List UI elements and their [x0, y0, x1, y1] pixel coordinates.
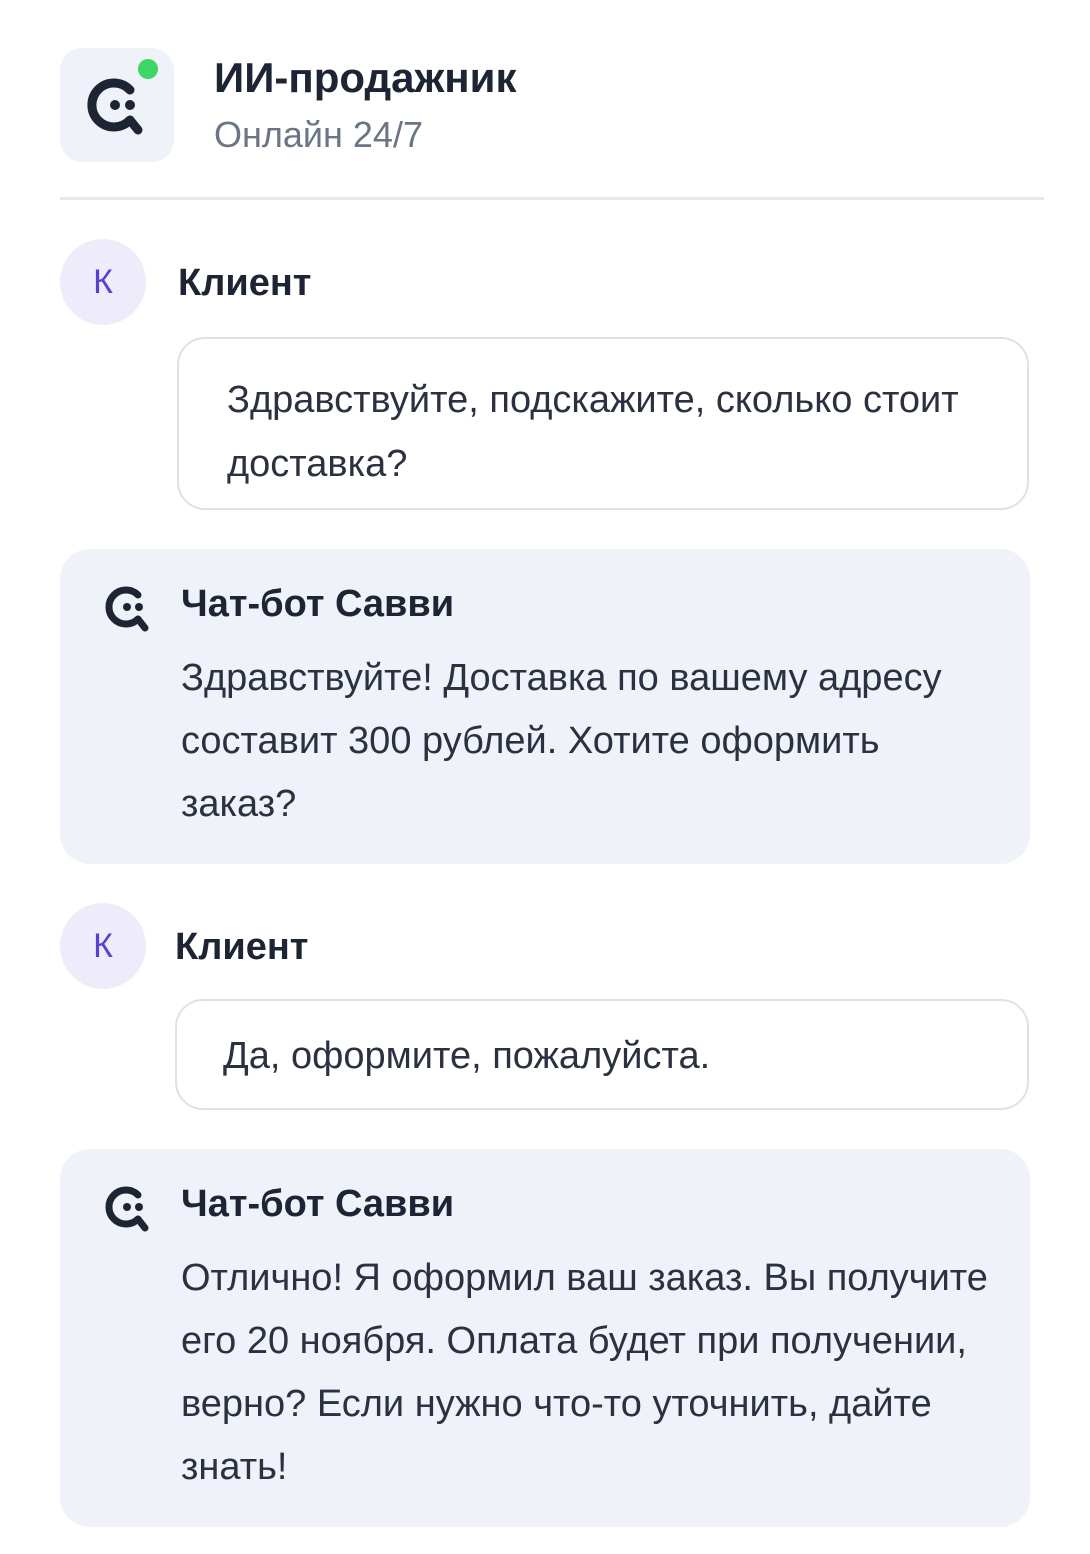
client-avatar: К [60, 903, 146, 989]
bot-name: Чат-бот Савви [181, 1183, 455, 1225]
bot-logo [60, 48, 174, 162]
savvi-chat-icon [105, 1186, 149, 1232]
chat-status: Онлайн 24/7 [214, 114, 423, 155]
bot-message-card: Чат-бот Савви Отлично! Я оформил ваш зак… [60, 1149, 1030, 1527]
online-status-dot [138, 59, 158, 79]
chat-header: ИИ-продажник Онлайн 24/7 [60, 48, 1044, 162]
client-message-bubble: Здравствуйте, подскажите, сколько стоит … [177, 337, 1029, 510]
client-message-bubble: Да, оформите, пожалуйста. [175, 999, 1029, 1110]
bot-message-text: Здравствуйте! Доставка по вашему адресу … [181, 657, 942, 825]
client-name: Клиент [175, 926, 309, 968]
client-avatar: К [60, 239, 146, 325]
chat-page: ИИ-продажник Онлайн 24/7 К Клиент Здравс… [0, 0, 1090, 1554]
client-name: Клиент [178, 262, 312, 304]
bot-message-card: Чат-бот Савви Здравствуйте! Доставка по … [60, 549, 1030, 864]
bot-message-text: Отлично! Я оформил ваш заказ. Вы получит… [181, 1257, 988, 1488]
chat-title: ИИ-продажник [214, 54, 517, 101]
savvi-chat-icon [87, 78, 143, 135]
savvi-chat-icon [105, 586, 149, 632]
bot-name: Чат-бот Савви [181, 583, 455, 625]
header-divider [60, 197, 1044, 200]
